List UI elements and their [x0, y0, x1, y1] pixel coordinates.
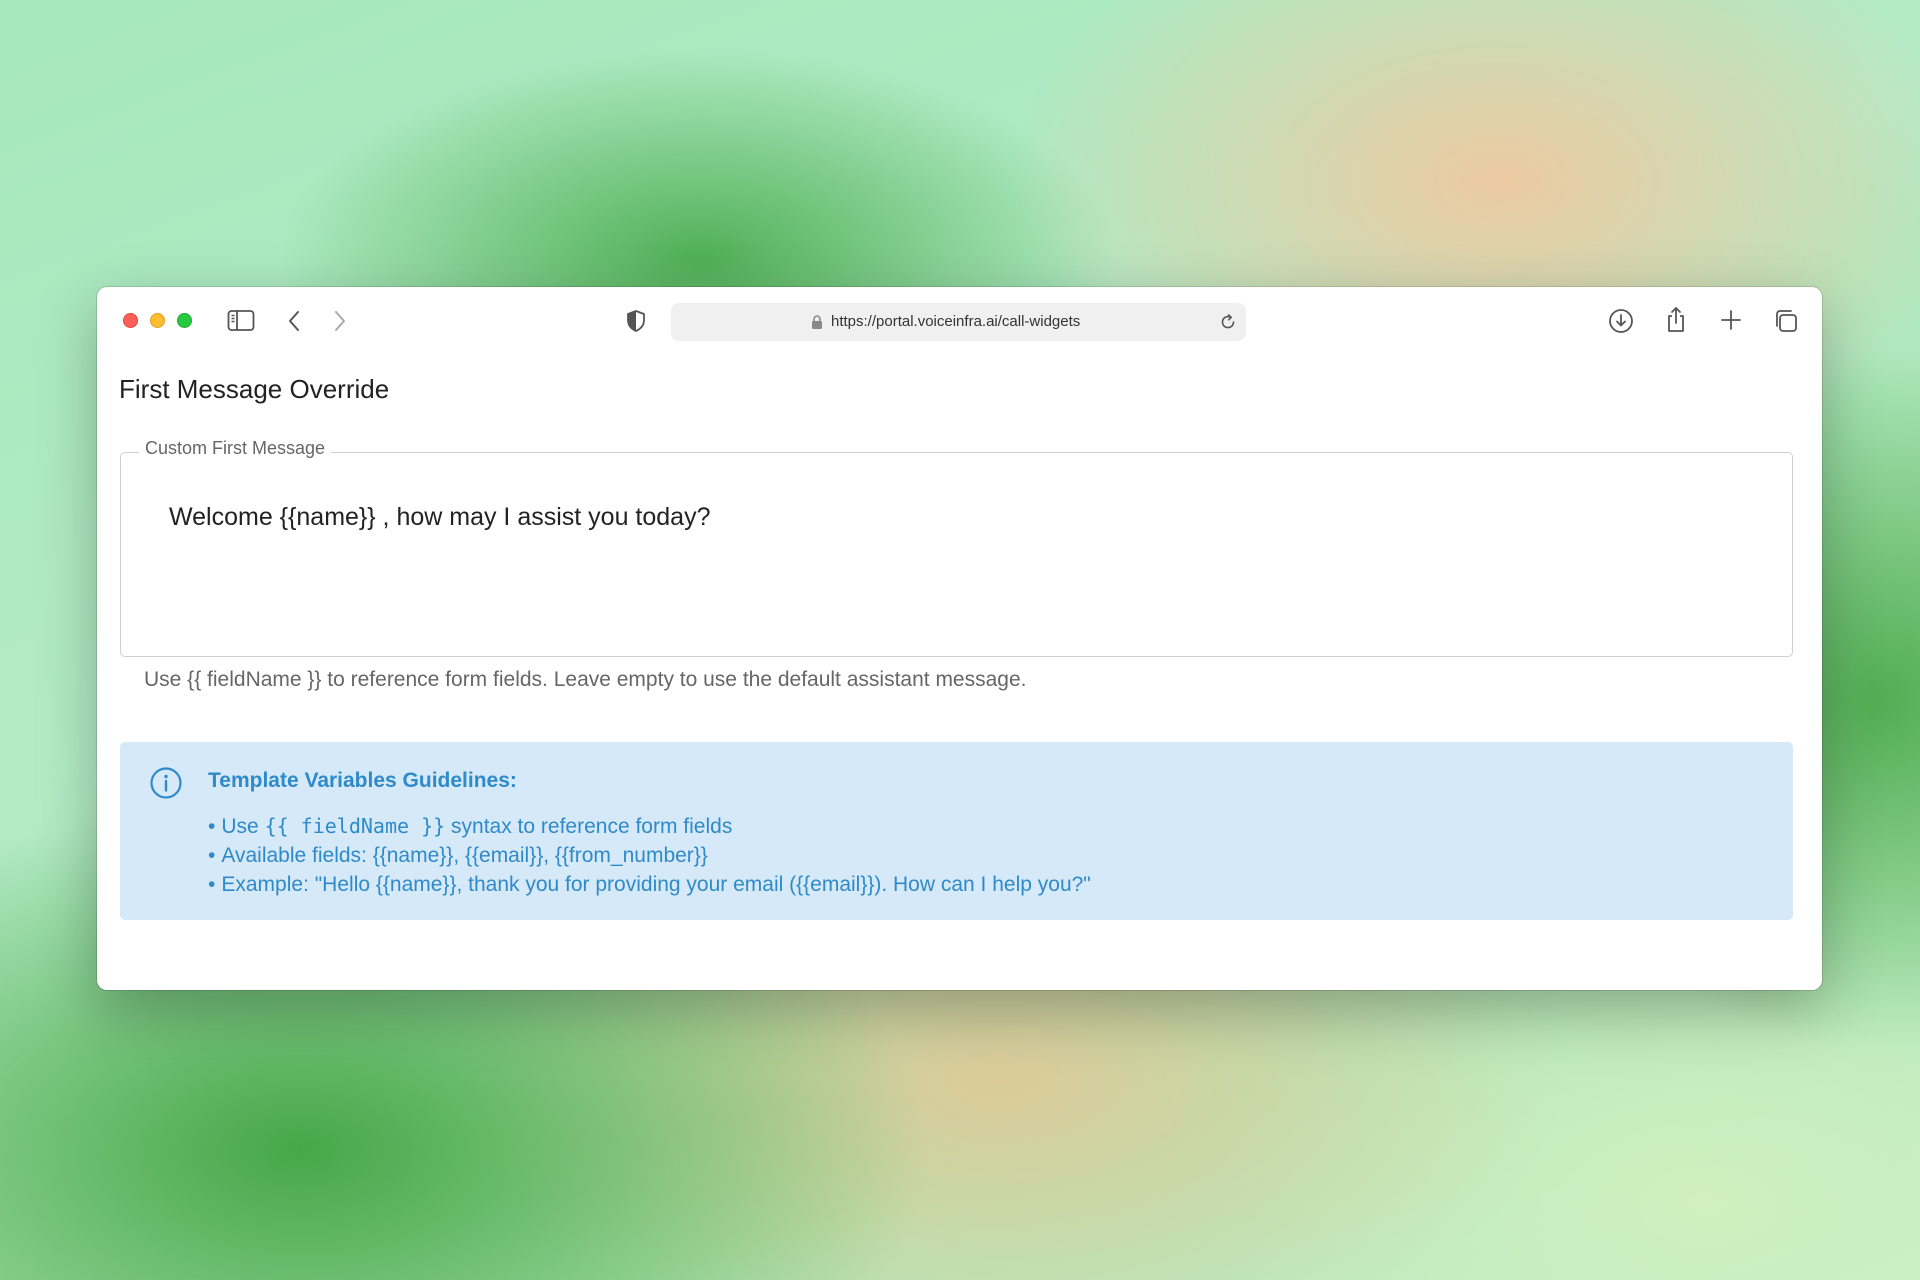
guideline-text: Available fields: {{name}}, {{email}}, {…: [221, 844, 708, 867]
custom-first-message-field[interactable]: Custom First Message Welcome {{name}} , …: [120, 438, 1793, 657]
sidebar-icon[interactable]: [227, 309, 255, 333]
reload-icon[interactable]: [1218, 312, 1238, 337]
bullet: •: [208, 815, 216, 838]
guideline-item: • Available fields: {{name}}, {{email}}, …: [208, 841, 1091, 870]
guidelines-alert: Template Variables Guidelines: • Use {{ f…: [120, 742, 1793, 920]
close-window-button[interactable]: [123, 313, 138, 328]
browser-toolbar: https://portal.voiceinfra.ai/call-widget…: [97, 287, 1822, 355]
guidelines-title: Template Variables Guidelines:: [208, 769, 517, 792]
guideline-item: • Example: "Hello {{name}}, thank you for…: [208, 870, 1091, 899]
lock-icon: [811, 314, 823, 335]
minimize-window-button[interactable]: [150, 313, 165, 328]
guideline-text: Example: "Hello {{name}}, thank you for …: [221, 873, 1091, 896]
guidelines-list: • Use {{ fieldName }} syntax to reference…: [208, 812, 1091, 899]
info-icon: [149, 766, 183, 805]
maximize-window-button[interactable]: [177, 313, 192, 328]
shield-icon[interactable]: [625, 309, 647, 333]
guideline-text: syntax to reference form fields: [451, 815, 733, 838]
bullet: •: [208, 873, 216, 896]
guideline-item: • Use {{ fieldName }} syntax to reference…: [208, 812, 1091, 841]
forward-icon[interactable]: [331, 309, 347, 333]
guideline-text: Use: [221, 815, 259, 838]
share-icon[interactable]: [1664, 306, 1688, 334]
tabs-icon[interactable]: [1773, 308, 1799, 334]
page-title: First Message Override: [119, 374, 390, 404]
helper-text: Use {{ fieldName }} to reference form fi…: [144, 668, 1027, 691]
url-text: https://portal.voiceinfra.ai/call-widget…: [831, 313, 1081, 330]
download-icon[interactable]: [1608, 308, 1634, 334]
new-tab-icon[interactable]: [1720, 309, 1742, 331]
code-snippet: {{ fieldName }}: [264, 814, 446, 838]
first-message-input[interactable]: Welcome {{name}} , how may I assist you …: [169, 503, 711, 532]
back-icon[interactable]: [287, 309, 303, 333]
address-bar[interactable]: https://portal.voiceinfra.ai/call-widget…: [671, 303, 1246, 341]
bullet: •: [208, 844, 216, 867]
browser-window: https://portal.voiceinfra.ai/call-widget…: [97, 287, 1822, 990]
field-label: Custom First Message: [139, 438, 332, 459]
